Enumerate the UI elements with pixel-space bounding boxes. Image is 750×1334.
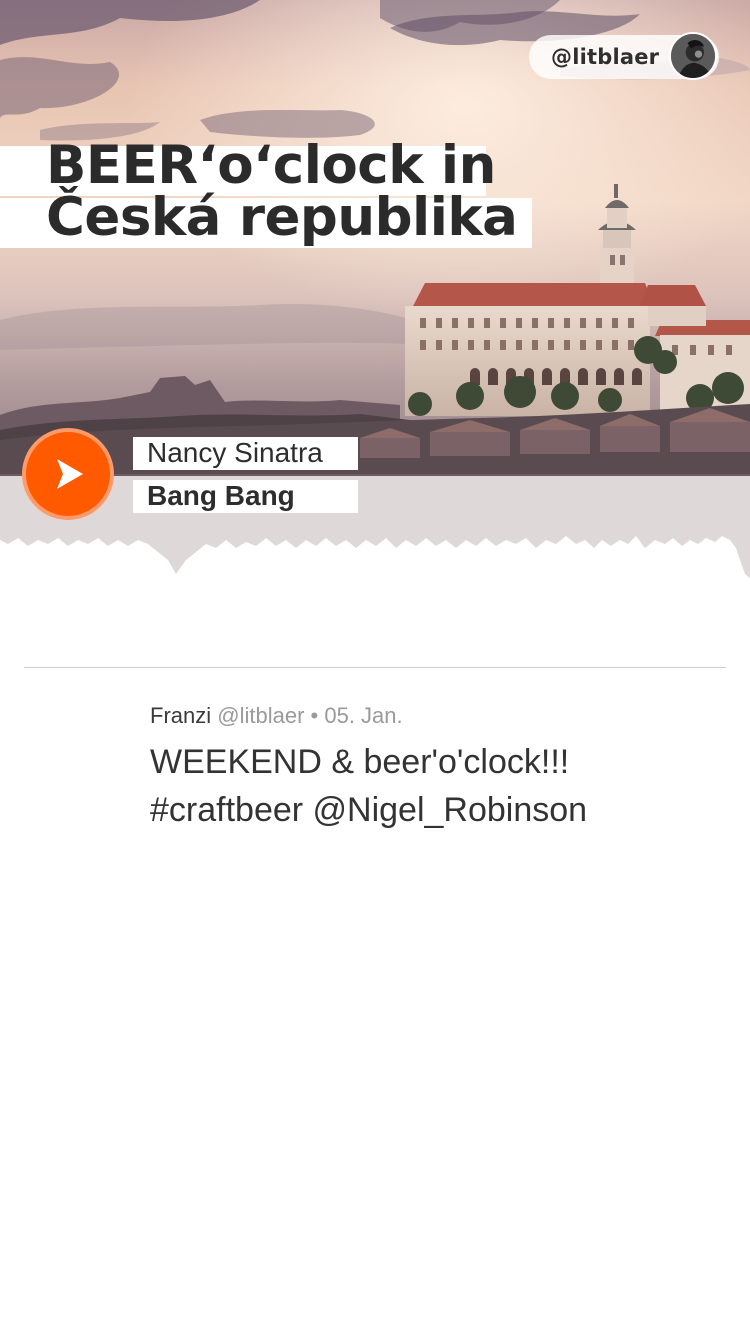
post-handle[interactable]: @litblaer bbox=[217, 703, 304, 728]
post-date: 05. Jan. bbox=[324, 703, 403, 728]
castle-sunset-image bbox=[0, 0, 750, 578]
app-screen: @litblaer BEER‘o‘clock in Česká republik… bbox=[0, 0, 750, 1334]
divider bbox=[24, 667, 726, 668]
play-button[interactable] bbox=[22, 428, 114, 520]
post-separator: • bbox=[310, 703, 319, 728]
play-icon bbox=[57, 459, 83, 489]
track-title: Bang Bang bbox=[133, 480, 358, 513]
post-text: WEEKEND & beer'o'clock!!! #craftbeer @Ni… bbox=[150, 738, 730, 834]
post-text-line-2: #craftbeer @Nigel_Robinson bbox=[150, 791, 588, 829]
post-meta: Franzi @litblaer • 05. Jan. bbox=[150, 700, 730, 732]
post-text-line-1: WEEKEND & beer'o'clock!!! bbox=[150, 743, 570, 781]
post-item[interactable]: Franzi @litblaer • 05. Jan. WEEKEND & be… bbox=[150, 700, 730, 834]
user-profile-chip[interactable]: @litblaer bbox=[529, 32, 719, 80]
user-avatar[interactable] bbox=[669, 32, 717, 80]
hero-header: @litblaer BEER‘o‘clock in Česká republik… bbox=[0, 0, 750, 580]
avatar-image bbox=[671, 34, 715, 78]
headline-line-2: Česká republika bbox=[0, 191, 532, 248]
audio-waveform bbox=[0, 476, 750, 578]
user-handle: @litblaer bbox=[551, 45, 660, 69]
post-author[interactable]: Franzi bbox=[150, 703, 211, 728]
track-artist: Nancy Sinatra bbox=[133, 437, 358, 470]
